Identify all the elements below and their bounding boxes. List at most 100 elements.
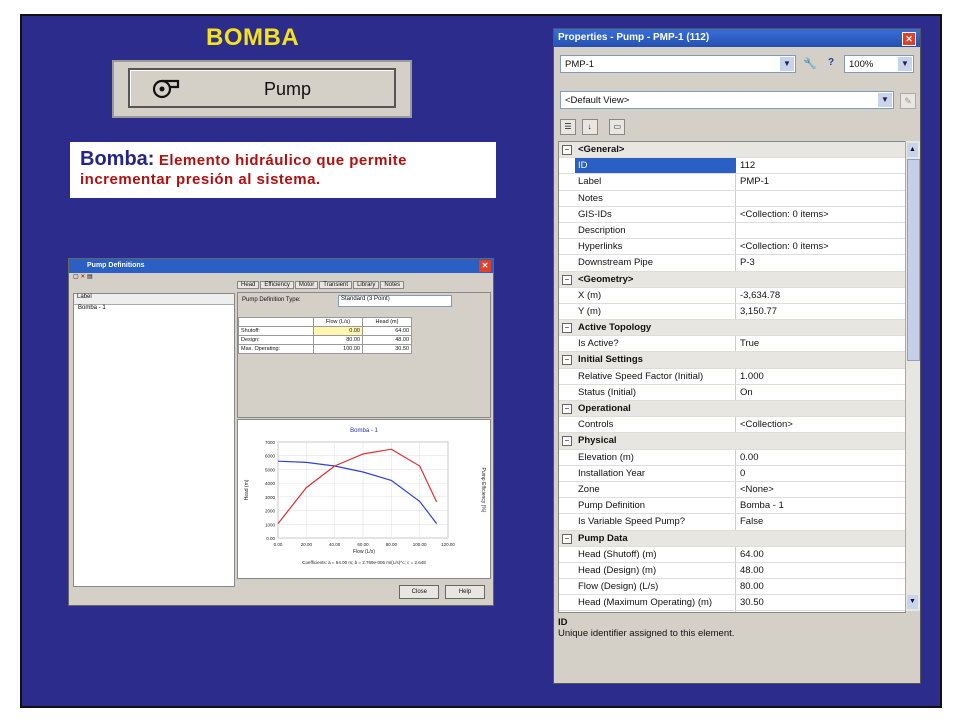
property-value[interactable]: <None>: [737, 482, 774, 497]
property-row[interactable]: Label PMP-1: [559, 174, 905, 191]
property-value[interactable]: <Collection: 0 items>: [737, 207, 829, 222]
pump-tool-button[interactable]: Pump: [112, 60, 412, 118]
collapse-icon[interactable]: −: [562, 533, 572, 544]
help-icon[interactable]: ?: [824, 57, 838, 71]
property-value[interactable]: 48.00: [737, 563, 764, 578]
property-row[interactable]: Controls <Collection>: [559, 417, 905, 434]
property-row[interactable]: Relative Speed Factor (Initial) 1.000: [559, 369, 905, 385]
property-row[interactable]: Head (Maximum Operating) (m) 30.50: [559, 595, 905, 612]
view-select[interactable]: <Default View> ▼: [560, 91, 894, 109]
grid-cell[interactable]: 80.00: [313, 335, 363, 345]
new-icon[interactable]: ▢: [73, 274, 79, 280]
tab-efficiency[interactable]: Efficiency: [260, 281, 294, 289]
property-value[interactable]: Bomba - 1: [737, 498, 784, 513]
property-category[interactable]: − <Geometry>: [559, 271, 905, 288]
grid-cell[interactable]: 30.50: [362, 344, 412, 354]
properties-titlebar[interactable]: Properties - Pump - PMP-1 (112) ✕: [554, 29, 920, 47]
property-grid-scrollbar[interactable]: ▲ ▼: [905, 141, 920, 611]
close-icon[interactable]: ✕: [479, 260, 491, 272]
property-value[interactable]: <Collection: 0 items>: [737, 239, 829, 254]
tab-head[interactable]: Head: [237, 281, 260, 289]
property-row[interactable]: Is Active? True: [559, 336, 905, 353]
grid-cell[interactable]: 100.00: [313, 344, 363, 354]
tab-transient[interactable]: Transient: [319, 281, 353, 289]
delete-icon[interactable]: ✕: [80, 274, 85, 280]
collapse-icon[interactable]: −: [562, 355, 572, 366]
property-row[interactable]: Installation Year 0: [559, 466, 905, 482]
edit-view-icon[interactable]: ✎: [900, 93, 916, 109]
collapse-icon[interactable]: −: [562, 436, 572, 447]
pump-tool-button-face[interactable]: Pump: [128, 68, 396, 108]
property-row[interactable]: Downstream Pipe P-3: [559, 255, 905, 272]
tab-notes[interactable]: Notes: [380, 281, 405, 289]
property-row[interactable]: Flow (Maximum Operating) (L/s)100.00: [559, 611, 905, 612]
property-value[interactable]: 0.00: [737, 450, 759, 465]
property-value[interactable]: PMP-1: [737, 174, 769, 189]
property-row[interactable]: Description: [559, 223, 905, 240]
property-value[interactable]: False: [737, 514, 763, 529]
scroll-thumb[interactable]: [907, 159, 920, 361]
chevron-down-icon[interactable]: ▼: [878, 93, 892, 107]
close-icon[interactable]: ✕: [902, 32, 916, 46]
property-category[interactable]: − Initial Settings: [559, 352, 905, 369]
wrench-icon[interactable]: 🔧: [802, 57, 818, 71]
tab-motor[interactable]: Motor: [294, 281, 319, 289]
property-row[interactable]: Is Variable Speed Pump? False: [559, 514, 905, 531]
property-row[interactable]: X (m) -3,634.78: [559, 288, 905, 304]
property-value[interactable]: 1.000: [737, 369, 764, 384]
chevron-down-icon[interactable]: ▼: [898, 57, 912, 71]
rename-icon[interactable]: ▤: [87, 274, 93, 280]
property-category[interactable]: − Operational: [559, 401, 905, 418]
property-row[interactable]: Pump Definition Bomba - 1: [559, 498, 905, 515]
property-category[interactable]: − Physical: [559, 433, 905, 450]
scroll-up-icon[interactable]: ▲: [907, 143, 918, 157]
property-value[interactable]: -3,634.78: [737, 288, 780, 303]
property-row[interactable]: Zone <None>: [559, 482, 905, 499]
collapse-icon[interactable]: −: [562, 323, 572, 334]
element-select[interactable]: PMP-1 ▼: [560, 55, 796, 73]
property-value[interactable]: 0: [737, 466, 745, 481]
property-row[interactable]: Head (Shutoff) (m) 64.00: [559, 547, 905, 563]
pump-curve-grid[interactable]: Flow (L/s) Head (m) Shutoff: 0.00 64.00 …: [238, 317, 412, 354]
collapse-icon[interactable]: −: [562, 274, 572, 285]
property-category[interactable]: − Active Topology: [559, 320, 905, 337]
grid-cell[interactable]: 0.00: [313, 326, 363, 336]
categorized-icon[interactable]: ☰: [560, 119, 576, 135]
close-button[interactable]: Close: [399, 585, 440, 599]
property-value[interactable]: True: [737, 336, 759, 351]
zoom-select[interactable]: 100% ▼: [844, 55, 914, 73]
property-grid[interactable]: − <General> ID 112 Label PMP-1 Notes GIS-IDs <Co…: [558, 141, 906, 613]
collapse-icon[interactable]: −: [562, 145, 572, 155]
property-row[interactable]: ID 112: [559, 158, 905, 175]
collapse-icon[interactable]: −: [562, 404, 572, 414]
property-category[interactable]: − <General>: [559, 142, 905, 159]
property-value[interactable]: On: [737, 385, 753, 400]
property-value[interactable]: 100.00: [737, 611, 769, 612]
property-row[interactable]: Notes: [559, 191, 905, 207]
property-category[interactable]: − Pump Data: [559, 530, 905, 547]
property-row[interactable]: Head (Design) (m) 48.00: [559, 563, 905, 580]
property-row[interactable]: GIS-IDs <Collection: 0 items>: [559, 207, 905, 223]
definition-type-select[interactable]: Standard (3 Point): [338, 295, 452, 307]
help-button[interactable]: Help: [445, 585, 485, 599]
tab-library[interactable]: Library: [353, 281, 380, 289]
property-value[interactable]: 112: [737, 158, 755, 173]
pump-definitions-titlebar[interactable]: Pump Definitions ✕: [69, 259, 493, 273]
chevron-down-icon[interactable]: ▼: [780, 57, 794, 71]
property-value[interactable]: <Collection>: [737, 417, 793, 432]
pump-definition-list[interactable]: Label Bomba - 1: [73, 293, 235, 587]
property-row[interactable]: Y (m) 3,150.77: [559, 304, 905, 321]
property-row[interactable]: Status (Initial) On: [559, 385, 905, 401]
property-value[interactable]: 64.00: [737, 547, 764, 562]
property-row[interactable]: Elevation (m) 0.00: [559, 450, 905, 466]
property-value[interactable]: P-3: [737, 255, 755, 270]
list-item[interactable]: Bomba - 1: [74, 305, 234, 311]
property-value[interactable]: 80.00: [737, 579, 764, 594]
scroll-down-icon[interactable]: ▼: [907, 595, 918, 609]
property-value[interactable]: 3,150.77: [737, 304, 777, 319]
property-row[interactable]: Flow (Design) (L/s) 80.00: [559, 579, 905, 596]
grid-cell[interactable]: 48.00: [362, 335, 412, 345]
property-value[interactable]: 30.50: [737, 595, 764, 610]
grid-cell[interactable]: 64.00: [362, 326, 412, 336]
property-pages-icon[interactable]: ▭: [609, 119, 626, 135]
